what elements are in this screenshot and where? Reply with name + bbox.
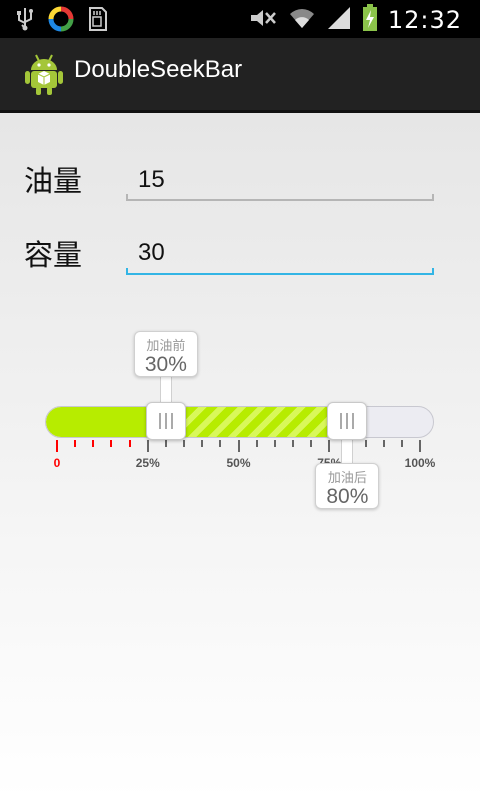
scale-tick xyxy=(74,440,77,447)
start-tooltip: 加油前 30% xyxy=(133,331,198,377)
status-bar: 12:32 xyxy=(0,0,480,38)
scale-tick xyxy=(382,440,385,447)
scale-tick xyxy=(310,440,313,447)
double-seekbar-track[interactable] xyxy=(45,406,434,438)
scale-tick xyxy=(128,440,131,447)
start-thumb[interactable] xyxy=(145,402,186,440)
action-bar: DoubleSeekBar xyxy=(0,38,480,113)
sd-card-icon xyxy=(86,6,108,36)
start-tip-stem xyxy=(159,376,172,404)
status-right-icons: 12:32 xyxy=(248,4,462,36)
end-tip-label: 加油后 xyxy=(327,471,367,486)
scale-label: 50% xyxy=(226,456,251,470)
end-thumb[interactable] xyxy=(327,402,368,440)
oil-label: 油量 xyxy=(24,164,83,198)
capacity-input[interactable] xyxy=(126,233,434,273)
scale-tick xyxy=(110,440,113,447)
scale-tick xyxy=(219,440,222,447)
scale-tick xyxy=(56,440,58,452)
start-tip-value: 30% xyxy=(144,353,187,376)
oil-input[interactable] xyxy=(126,160,434,200)
scale-label: 100% xyxy=(404,456,436,470)
app-title: DoubleSeekBar xyxy=(74,56,243,83)
scale-tick xyxy=(92,440,95,447)
end-tip-stem xyxy=(341,438,354,464)
scale-label: 25% xyxy=(135,456,160,470)
signal-icon xyxy=(326,5,352,35)
mute-icon xyxy=(248,6,278,34)
capacity-label: 容量 xyxy=(24,238,83,272)
scale-tick xyxy=(419,440,421,452)
wifi-icon xyxy=(288,6,316,34)
status-time: 12:32 xyxy=(387,6,462,34)
status-left-icons xyxy=(14,6,108,36)
scale-tick xyxy=(237,440,240,452)
end-tooltip: 加油后 80% xyxy=(315,463,380,509)
scale-label: 0 xyxy=(53,456,61,470)
scale-tick xyxy=(291,440,294,447)
seekbar-fill-range xyxy=(166,407,349,437)
scale-tick xyxy=(364,440,367,447)
scale-tick xyxy=(273,440,276,447)
scale-tick xyxy=(255,440,258,447)
scale-tick xyxy=(328,440,331,452)
scale-tick xyxy=(201,440,204,447)
usb-icon xyxy=(14,6,36,36)
sync-icon xyxy=(48,6,74,36)
scale-tick xyxy=(183,440,186,447)
capacity-input-underline xyxy=(126,268,434,275)
android-icon xyxy=(24,52,64,96)
start-tip-label: 加油前 xyxy=(146,339,186,354)
scale-tick xyxy=(400,440,403,447)
scale-tick xyxy=(146,440,149,452)
end-tip-value: 80% xyxy=(326,485,369,508)
oil-input-underline xyxy=(126,194,434,201)
battery-charging-icon xyxy=(362,4,378,36)
scale-tick xyxy=(164,440,167,447)
